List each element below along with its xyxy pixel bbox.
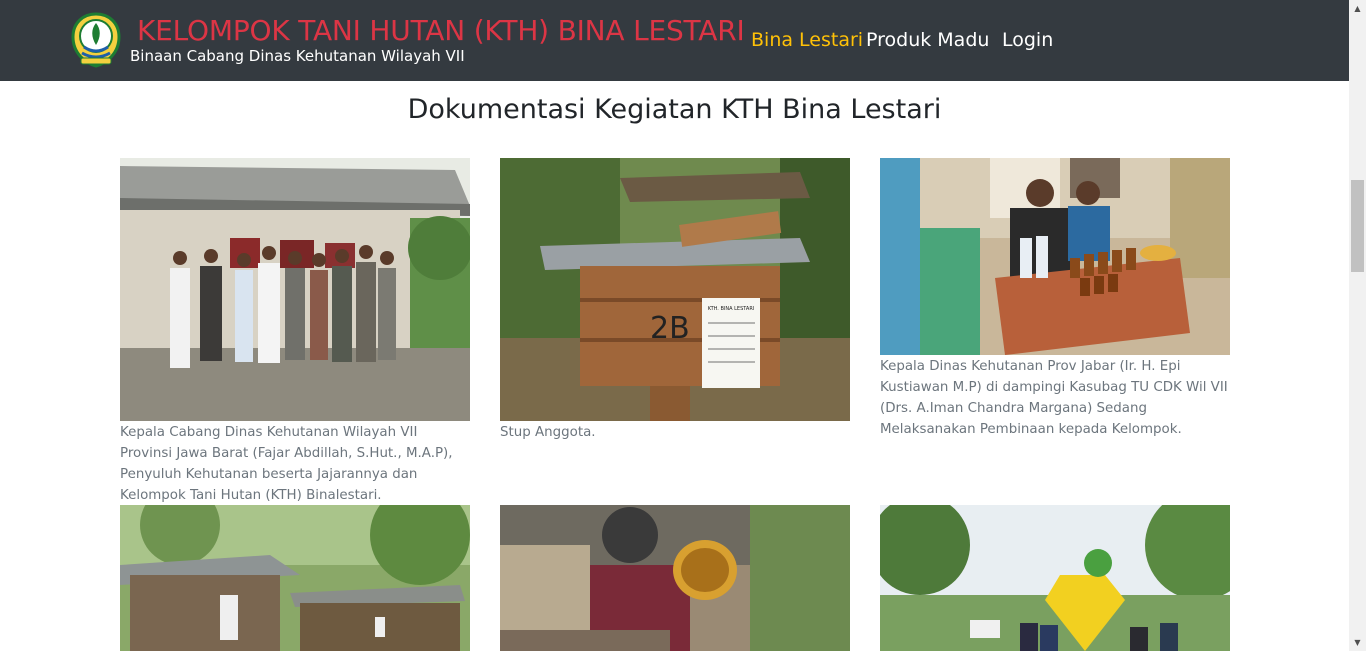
svg-text:2B: 2B	[650, 311, 690, 346]
nav-link-bina-lestari[interactable]: Bina Lestari	[751, 29, 863, 51]
gallery-item: 2B KTH. BINA LESTARI Stup Anggota.	[500, 158, 850, 443]
nav-link-login[interactable]: Login	[1002, 29, 1053, 51]
scroll-thumb[interactable]	[1351, 180, 1364, 272]
site-subtitle: Binaan Cabang Dinas Kehutanan Wilayah VI…	[130, 47, 465, 65]
gallery-item	[880, 505, 1230, 651]
gallery-item: Kepala Dinas Kehutanan Prov Jabar (Ir. H…	[880, 158, 1230, 440]
scroll-down-arrow-icon[interactable]: ▼	[1349, 634, 1366, 651]
scroll-up-arrow-icon[interactable]: ▲	[1349, 0, 1366, 17]
gallery-photo[interactable]	[880, 505, 1230, 651]
gallery-photo[interactable]	[500, 505, 850, 651]
gallery-item	[500, 505, 850, 651]
nav-link-produk-madu[interactable]: Produk Madu	[866, 29, 989, 51]
site-title[interactable]: KELOMPOK TANI HUTAN (KTH) BINA LESTARI	[137, 14, 745, 47]
gallery-caption: Stup Anggota.	[500, 425, 596, 440]
gallery-caption: Kepala Dinas Kehutanan Prov Jabar (Ir. H…	[880, 359, 1228, 437]
gallery-photo[interactable]	[120, 158, 470, 421]
navbar: KELOMPOK TANI HUTAN (KTH) BINA LESTARI B…	[0, 0, 1349, 81]
gallery-photo[interactable]: 2B KTH. BINA LESTARI	[500, 158, 850, 421]
jabar-logo[interactable]	[67, 11, 125, 69]
hive-label-text: KTH. BINA LESTARI	[708, 306, 755, 312]
gallery-caption: Kepala Cabang Dinas Kehutanan Wilayah VI…	[120, 425, 453, 503]
vertical-scrollbar[interactable]: ▲ ▼	[1349, 0, 1366, 651]
page-title: Dokumentasi Kegiatan KTH Bina Lestari	[407, 94, 942, 125]
gallery-item: Kepala Cabang Dinas Kehutanan Wilayah VI…	[120, 158, 470, 506]
gallery-photo[interactable]	[120, 505, 470, 651]
gallery-item	[120, 505, 470, 651]
gallery-photo[interactable]	[880, 158, 1230, 355]
